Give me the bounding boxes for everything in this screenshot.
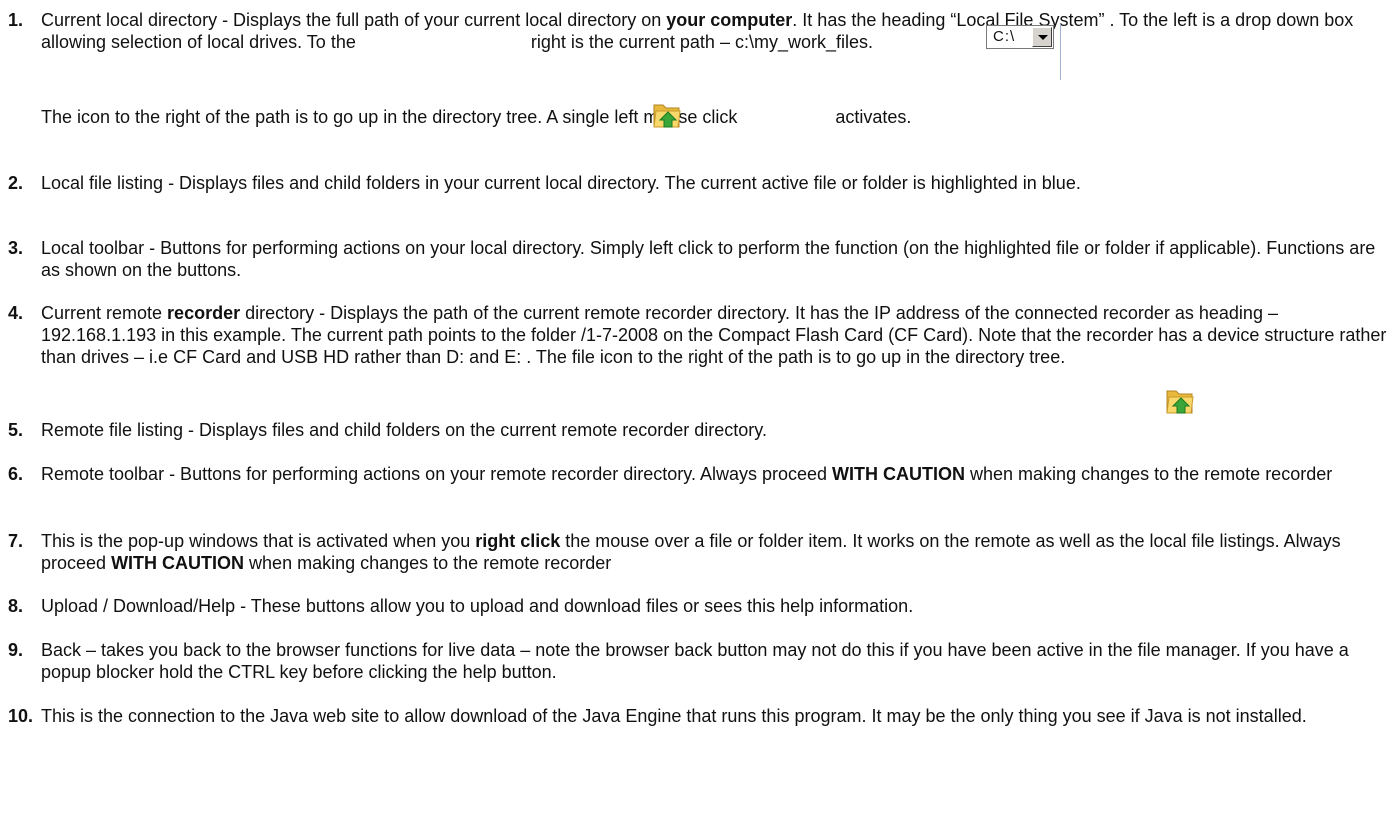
item-number: 8. [8,596,24,616]
list-item: 4. Current remote recorder directory - D… [8,302,1388,368]
list-item: 9. Back – takes you back to the browser … [8,639,1388,683]
item-number: 5. [8,420,24,440]
list-item: 3. Local toolbar - Buttons for performin… [8,237,1388,281]
item-text: Local toolbar - Buttons for performing a… [41,238,1376,280]
divider [1060,24,1061,80]
list-item: 8. Upload / Download/Help - These button… [8,595,1388,617]
item-text: Back – takes you back to the browser fun… [41,640,1349,682]
list-item: 1. Current local directory - Displays th… [8,9,1388,53]
item-text: Local file listing - Displays files and … [41,173,1081,193]
item-text: Remote file listing - Displays files and… [41,420,767,440]
list-item: 10. This is the connection to the Java w… [8,705,1388,727]
chevron-down-icon[interactable] [1032,27,1052,47]
drive-dropdown[interactable]: C:\ [986,25,1054,49]
item-text: Current remote recorder directory - Disp… [41,303,1387,367]
folder-up-icon [653,104,681,128]
list-item: 5. Remote file listing - Displays files … [8,419,1388,441]
list-item: 7. This is the pop-up windows that is ac… [8,530,1388,574]
item-number: 2. [8,173,24,193]
item-number: 4. [8,303,24,323]
item-text: Remote toolbar - Buttons for performing … [41,464,1333,484]
folder-up-icon [1166,390,1194,414]
item-number: 10. [8,706,34,726]
drive-value: C:\ [993,28,1016,45]
item-text: Upload / Download/Help - These buttons a… [41,596,914,616]
item-number: 6. [8,464,24,484]
item-text: This is the pop-up windows that is activ… [41,531,1341,573]
item-number: 3. [8,238,24,258]
list-item: 6. Remote toolbar - Buttons for performi… [8,463,1388,485]
item-text: This is the connection to the Java web s… [41,706,1307,726]
item-number: 7. [8,531,24,551]
item-number: 1. [8,10,24,30]
item-number: 9. [8,640,24,660]
item-text: Current local directory - Displays the f… [41,10,1354,52]
list-item: 2. Local file listing - Displays files a… [8,172,1388,194]
note-text: The icon to the right of the path is to … [41,107,912,127]
